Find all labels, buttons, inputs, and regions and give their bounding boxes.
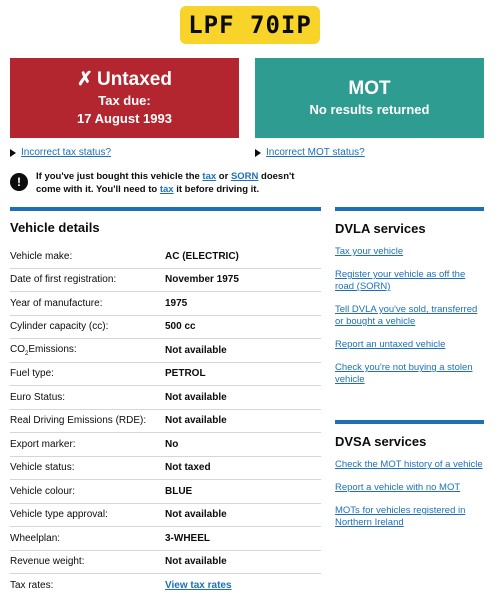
detail-key: Fuel type: — [10, 368, 54, 380]
vehicle-details-list: Vehicle make: AC (ELECTRIC) Date of first… — [10, 245, 321, 598]
detail-value: Not available — [165, 556, 227, 568]
triangle-right-icon — [255, 148, 261, 157]
detail-row-export: Export marker: No — [10, 433, 321, 457]
detail-value: Not available — [165, 344, 227, 356]
detail-key: Year of manufacture: — [10, 297, 103, 309]
detail-value: Not available — [165, 415, 227, 427]
detail-row-rde: Real Driving Emissions (RDE): Not availab… — [10, 410, 321, 433]
report-untaxed-link[interactable]: Report an untaxed vehicle — [335, 339, 484, 351]
detail-row-fuel: Fuel type: PETROL — [10, 363, 321, 386]
detail-row-first-registration: Date of first registration: November 1975 — [10, 269, 321, 292]
exclamation-icon: ! — [10, 173, 28, 191]
detail-key: Real Driving Emissions (RDE): — [10, 415, 147, 427]
detail-row-cylinder: Cylinder capacity (cc): 500 cc — [10, 316, 321, 339]
tax-due-label: Tax due: — [98, 93, 151, 108]
detail-value: Not available — [165, 509, 227, 521]
dvsa-services-heading: DVSA services — [335, 434, 427, 449]
tax-due-date: 17 August 1993 — [77, 111, 172, 126]
detail-key-suffix: Emissions: — [28, 343, 77, 355]
warning-tax-link-2[interactable]: tax — [160, 184, 174, 195]
detail-key: Wheelplan: — [10, 532, 61, 544]
detail-row-make: Vehicle make: AC (ELECTRIC) — [10, 245, 321, 269]
tax-status-title: ✗ Untaxed — [77, 68, 172, 92]
detail-value: PETROL — [165, 368, 206, 380]
mot-status-box: MOT No results returned — [255, 58, 484, 138]
detail-key: CO2Emissions: — [10, 344, 165, 357]
warning-tax-link[interactable]: tax — [202, 171, 216, 182]
incorrect-tax-status-link[interactable]: Incorrect tax status? — [10, 147, 111, 158]
view-tax-rates-link[interactable]: View tax rates — [165, 580, 232, 591]
detail-value: AC (ELECTRIC) — [165, 250, 239, 262]
tax-status-box: ✗ Untaxed Tax due: 17 August 1993 — [10, 58, 239, 138]
mot-northern-ireland-link[interactable]: MOTs for vehicles registered in Northern… — [335, 505, 484, 529]
detail-row-co2: CO2Emissions: Not available — [10, 339, 321, 363]
warning-text-part: or — [216, 171, 231, 182]
detail-key: Cylinder capacity (cc): — [10, 321, 109, 333]
detail-key: Vehicle make: — [10, 250, 73, 262]
warning-text-part: it before driving it. — [173, 184, 260, 195]
check-stolen-link[interactable]: Check you're not buying a stolen vehicle — [335, 362, 484, 386]
warning-sorn-link[interactable]: SORN — [231, 171, 258, 182]
dvla-services-heading: DVLA services — [335, 221, 426, 236]
incorrect-tax-status-label: Incorrect tax status? — [21, 147, 112, 158]
detail-key: Export marker: — [10, 438, 76, 450]
warning-notice: ! If you've just bought this vehicle the… — [10, 170, 310, 196]
dvsa-services-section: DVSA services Check the MOT history of a… — [335, 420, 484, 540]
incorrect-mot-status-link[interactable]: Incorrect MOT status? — [255, 147, 365, 158]
detail-value: 3-WHEEL — [165, 532, 210, 544]
detail-key-prefix: CO — [10, 343, 25, 355]
detail-value: No — [165, 438, 179, 450]
detail-value: Not taxed — [165, 462, 211, 474]
register-sorn-link[interactable]: Register your vehicle as off the road (S… — [335, 269, 484, 293]
detail-key: Tax rates: — [10, 580, 54, 592]
detail-key: Vehicle type approval: — [10, 509, 108, 521]
vehicle-details-heading: Vehicle details — [10, 220, 100, 235]
detail-value: Not available — [165, 391, 227, 403]
detail-key: Euro Status: — [10, 391, 66, 403]
mot-status-title: MOT — [348, 78, 391, 99]
mot-status-subtitle: No results returned — [309, 102, 430, 117]
detail-row-colour: Vehicle colour: BLUE — [10, 480, 321, 504]
detail-row-status: Vehicle status: Not taxed — [10, 457, 321, 480]
detail-key: Revenue weight: — [10, 556, 85, 568]
warning-text-part: If you've just bought this vehicle the — [36, 171, 203, 182]
detail-value: November 1975 — [165, 274, 239, 286]
detail-key: Date of first registration: — [10, 274, 117, 286]
detail-key: Vehicle colour: — [10, 485, 76, 497]
tell-dvla-sold-link[interactable]: Tell DVLA you've sold, transferred or bo… — [335, 304, 484, 328]
report-no-mot-link[interactable]: Report a vehicle with no MOT — [335, 482, 484, 494]
dvla-services-section: DVLA services Tax your vehicle Register … — [335, 207, 484, 397]
registration-plate: LPF 70IP — [180, 6, 320, 44]
tax-status-label: Untaxed — [96, 69, 172, 90]
check-mot-history-link[interactable]: Check the MOT history of a vehicle — [335, 459, 484, 471]
cross-icon: ✗ — [77, 69, 93, 90]
detail-row-year: Year of manufacture: 1975 — [10, 292, 321, 316]
detail-row-revenue-weight: Revenue weight: Not available — [10, 551, 321, 574]
detail-row-wheelplan: Wheelplan: 3-WHEEL — [10, 527, 321, 551]
detail-value: 500 cc — [165, 321, 196, 333]
incorrect-mot-status-label: Incorrect MOT status? — [266, 147, 365, 158]
vehicle-details-section: Vehicle details Vehicle make: AC (ELECTRI… — [10, 207, 321, 598]
triangle-right-icon — [10, 148, 16, 157]
tax-your-vehicle-link[interactable]: Tax your vehicle — [335, 246, 484, 258]
detail-row-type-approval: Vehicle type approval: Not available — [10, 504, 321, 527]
detail-value: BLUE — [165, 485, 193, 497]
detail-key: Vehicle status: — [10, 462, 75, 474]
warning-text: If you've just bought this vehicle the t… — [36, 170, 310, 196]
detail-row-euro: Euro Status: Not available — [10, 386, 321, 410]
detail-row-tax-rates: Tax rates: View tax rates — [10, 574, 321, 598]
detail-value: 1975 — [165, 297, 188, 309]
